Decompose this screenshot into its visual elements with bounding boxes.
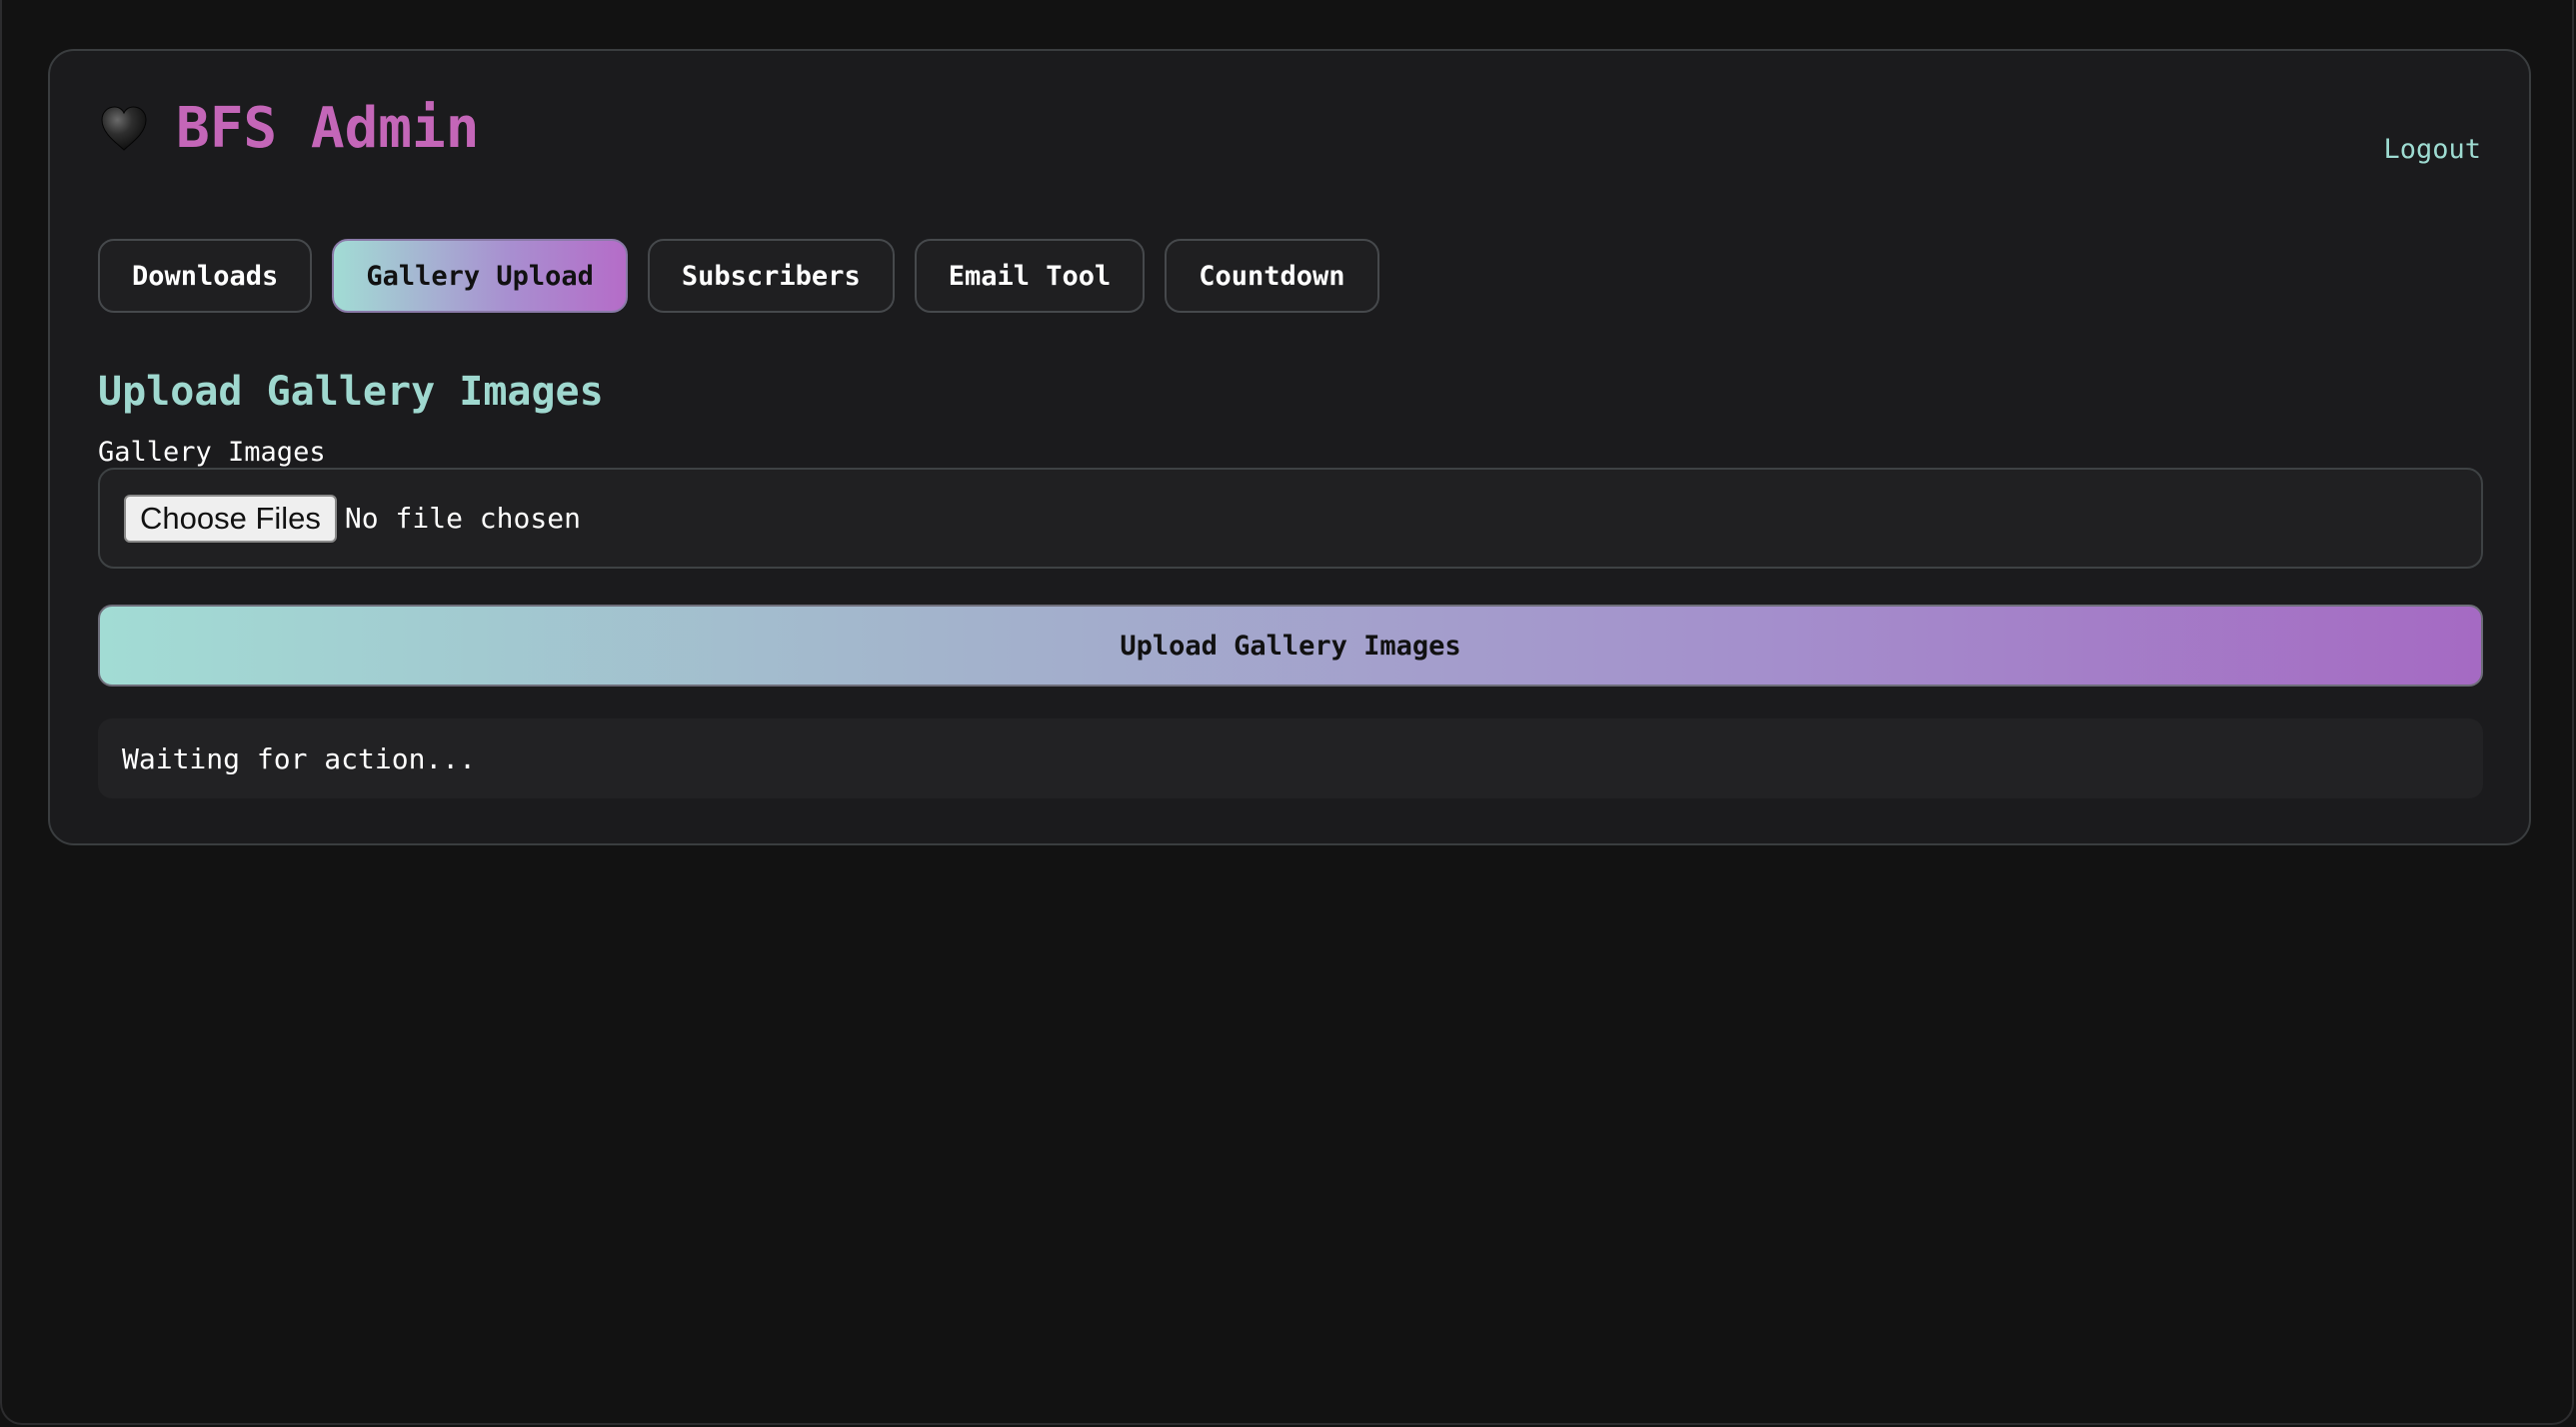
logout-link[interactable]: Logout [2383, 134, 2481, 165]
upload-gallery-button[interactable]: Upload Gallery Images [98, 605, 2483, 687]
gallery-images-label: Gallery Images [98, 437, 326, 468]
file-status-text: No file chosen [344, 502, 581, 535]
tab-email-tool[interactable]: Email Tool [914, 239, 1146, 313]
choose-files-button[interactable]: Choose Files [124, 494, 337, 543]
tab-countdown[interactable]: Countdown [1165, 239, 1379, 313]
file-input-field[interactable]: Choose Files No file chosen [98, 468, 2483, 569]
brand: BFS Admin [98, 101, 479, 157]
admin-panel: BFS Admin Logout Downloads Gallery Uploa… [48, 49, 2531, 845]
section-title: Upload Gallery Images [98, 369, 604, 415]
app-title: BFS Admin [176, 96, 480, 161]
tab-subscribers[interactable]: Subscribers [647, 239, 895, 313]
black-heart-icon [101, 106, 147, 151]
tab-bar: Downloads Gallery Upload Subscribers Ema… [98, 239, 1379, 313]
tab-gallery-upload[interactable]: Gallery Upload [332, 239, 628, 313]
status-message: Waiting for action... [98, 718, 2483, 798]
tab-downloads[interactable]: Downloads [98, 239, 313, 313]
